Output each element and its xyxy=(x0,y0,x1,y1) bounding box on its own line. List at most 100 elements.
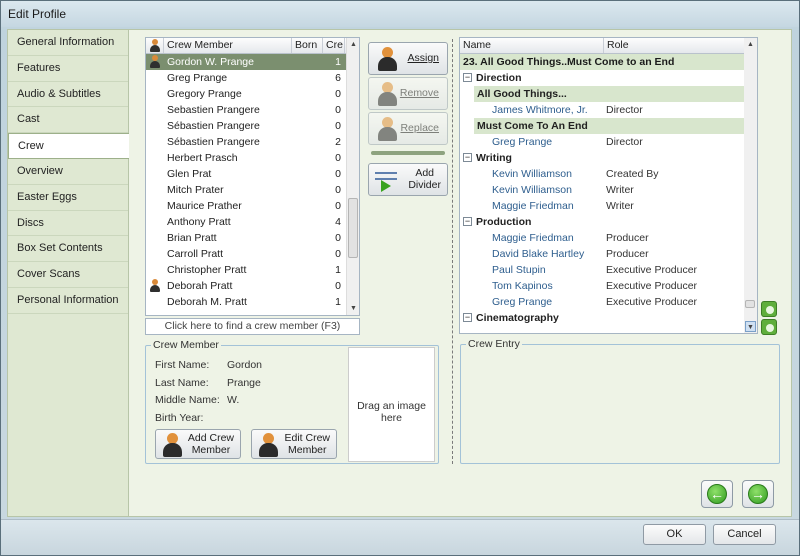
episode-title-row[interactable]: 23. All Good Things..Must Come to an End xyxy=(460,54,757,70)
credit-name: Tom Kapinos xyxy=(492,280,553,292)
tree-credit-row[interactable]: James Whitmore, Jr. Director xyxy=(460,102,757,118)
tree-scrollbar[interactable]: ▲ ▼ xyxy=(744,38,757,333)
crew-list-row[interactable]: Maurice Prather 0 xyxy=(146,198,359,214)
scroll-thumb[interactable] xyxy=(348,198,358,258)
tree-credit-row[interactable]: Greg Prange Director xyxy=(460,134,757,150)
next-button[interactable]: → xyxy=(742,480,774,508)
nav-item-7[interactable]: Discs xyxy=(8,211,128,237)
tree-credit-row[interactable]: Greg Prange Executive Producer xyxy=(460,294,757,310)
crew-born-cell xyxy=(292,214,323,230)
crew-credits-cell: 0 xyxy=(335,168,341,180)
nav-item-8[interactable]: Box Set Contents xyxy=(8,236,128,263)
crew-list-scrollbar[interactable]: ▲ ▼ xyxy=(346,38,359,315)
move-up-icon[interactable] xyxy=(761,301,777,317)
crew-list-row[interactable]: Anthony Pratt 4 xyxy=(146,214,359,230)
column-header-role[interactable]: Role xyxy=(604,38,745,53)
crew-list-row[interactable]: Gordon W. Prange 1 xyxy=(146,54,359,70)
crew-list-row[interactable]: Deborah Pratt 0 xyxy=(146,278,359,294)
crew-born-cell xyxy=(292,294,323,310)
tree-credit-row[interactable]: Paul Stupin Executive Producer xyxy=(460,262,757,278)
add-divider-button[interactable]: Add Divider xyxy=(368,163,448,196)
credit-name: Paul Stupin xyxy=(492,264,546,276)
tree-credit-row[interactable]: Maggie Friedman Writer xyxy=(460,198,757,214)
tree-episode-group-row[interactable]: Must Come To An End xyxy=(474,118,757,134)
credit-name: James Whitmore, Jr. xyxy=(492,104,588,116)
credit-name: Greg Prange xyxy=(492,296,553,308)
tree-credit-row[interactable]: Maggie Friedman Producer xyxy=(460,230,757,246)
panel-splitter[interactable] xyxy=(452,39,453,464)
crew-row-icon-cell xyxy=(146,70,164,86)
remove-button[interactable]: Remove xyxy=(368,77,448,110)
crew-type-column-header[interactable] xyxy=(146,38,164,53)
crew-name-cell: Sébastien Prangere xyxy=(167,136,260,148)
crew-name-cell: Anthony Pratt xyxy=(167,216,231,228)
category-label: Direction xyxy=(476,72,522,84)
tree-category-row[interactable]: − Cinematography xyxy=(460,310,757,326)
crew-name-cell: Gregory Prange xyxy=(167,88,242,100)
crew-list-row[interactable]: Deborah M. Pratt 1 xyxy=(146,294,359,310)
tree-credit-row[interactable]: Kevin Williamson Writer xyxy=(460,182,757,198)
previous-button[interactable]: ← xyxy=(701,480,733,508)
column-header-born[interactable]: Born xyxy=(292,38,323,53)
person-icon xyxy=(149,279,161,292)
cancel-button[interactable]: Cancel xyxy=(713,524,776,545)
add-crew-member-button[interactable]: Add Crew Member xyxy=(155,429,241,459)
nav-item-9[interactable]: Cover Scans xyxy=(8,262,128,288)
scroll-down-arrow-icon[interactable]: ▼ xyxy=(348,303,359,314)
scroll-up-arrow-icon[interactable]: ▲ xyxy=(745,39,756,50)
nav-item-3[interactable]: Cast xyxy=(8,107,128,134)
crew-row-icon-cell xyxy=(146,198,164,214)
nav-item-0[interactable]: General Information xyxy=(8,30,128,56)
collapse-icon[interactable]: − xyxy=(463,217,472,226)
divider-preview xyxy=(371,151,445,155)
category-label: Production xyxy=(476,216,532,228)
crew-list-row[interactable]: Christopher Pratt 1 xyxy=(146,262,359,278)
nav-item-10[interactable]: Personal Information xyxy=(8,288,128,314)
scroll-up-arrow-icon[interactable]: ▲ xyxy=(348,39,359,50)
tree-category-row[interactable]: − Writing xyxy=(460,150,757,166)
crew-list-header: Crew Member Born Cre xyxy=(146,38,359,54)
crew-list-row[interactable]: Sébastien Prangere 0 xyxy=(146,118,359,134)
crew-list-row[interactable]: Glen Prat 0 xyxy=(146,166,359,182)
edit-crew-member-button[interactable]: Edit Crew Member xyxy=(251,429,337,459)
tree-episode-group-row[interactable]: All Good Things... xyxy=(474,86,757,102)
tree-credit-row[interactable]: Kevin Williamson Created By xyxy=(460,166,757,182)
tree-category-row[interactable]: − Production xyxy=(460,214,757,230)
crew-list-row[interactable]: Mitch Prater 0 xyxy=(146,182,359,198)
crew-list-row[interactable]: Gregory Prange 0 xyxy=(146,86,359,102)
person-remove-icon xyxy=(377,82,399,106)
column-header-credits[interactable]: Cre xyxy=(323,38,345,53)
nav-item-1[interactable]: Features xyxy=(8,56,128,82)
divider-icon xyxy=(375,170,397,192)
crew-row-icon-cell xyxy=(146,278,164,294)
tree-category-row[interactable]: − Direction xyxy=(460,70,757,86)
replace-button[interactable]: Replace xyxy=(368,112,448,145)
tree-credit-row[interactable]: David Blake Hartley Producer xyxy=(460,246,757,262)
nav-item-4[interactable]: Crew xyxy=(8,133,129,159)
tree-credit-row[interactable]: Tom Kapinos Executive Producer xyxy=(460,278,757,294)
nav-item-6[interactable]: Easter Eggs xyxy=(8,185,128,211)
image-drop-zone[interactable]: Drag an image here xyxy=(348,347,435,462)
collapse-icon[interactable]: − xyxy=(463,153,472,162)
crew-list-row[interactable]: Sebastien Prangere 0 xyxy=(146,102,359,118)
crew-born-cell xyxy=(292,70,323,86)
crew-list-row[interactable]: Herbert Prasch 0 xyxy=(146,150,359,166)
move-down-icon[interactable] xyxy=(761,319,777,335)
assign-button[interactable]: Assign xyxy=(368,42,448,75)
collapse-icon[interactable]: − xyxy=(463,73,472,82)
find-crew-member-bar[interactable]: Click here to find a crew member (F3) xyxy=(145,318,360,335)
scroll-down-arrow-icon[interactable]: ▼ xyxy=(745,321,756,332)
nav-item-2[interactable]: Audio & Subtitles xyxy=(8,82,128,108)
crew-list-row[interactable]: Brian Pratt 0 xyxy=(146,230,359,246)
crew-credits-tree[interactable]: Name Role 23. All Good Things..Must Come… xyxy=(459,37,758,334)
crew-list-row[interactable]: Carroll Pratt 0 xyxy=(146,246,359,262)
ok-button[interactable]: OK xyxy=(643,524,706,545)
collapse-icon[interactable]: − xyxy=(463,313,472,322)
nav-item-5[interactable]: Overview xyxy=(8,159,128,185)
crew-member-list[interactable]: Crew Member Born Cre Gordon W. Prange 1 Gr… xyxy=(145,37,360,316)
column-header-name[interactable]: Name xyxy=(460,38,604,53)
column-header-crew-member[interactable]: Crew Member xyxy=(164,38,292,53)
crew-list-row[interactable]: Sébastien Prangere 2 xyxy=(146,134,359,150)
scroll-thumb[interactable] xyxy=(745,300,755,308)
crew-list-row[interactable]: Greg Prange 6 xyxy=(146,70,359,86)
